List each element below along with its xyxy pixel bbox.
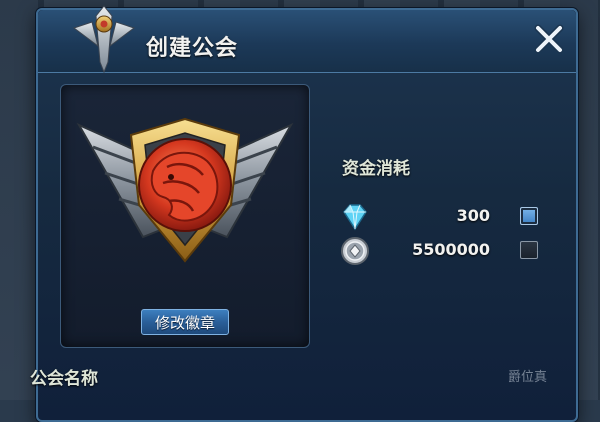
lion-shield-badge-icon [76, 117, 294, 263]
diamond-cost-checkbox[interactable] [520, 207, 538, 225]
cost-title: 资金消耗 [342, 159, 410, 179]
diamond-icon [343, 204, 367, 231]
cost-option-diamond: 300 [338, 200, 538, 231]
cost-option-silver: 5500000 [338, 234, 538, 265]
change-badge-button[interactable]: 修改徽章 [141, 309, 229, 335]
silver-cost-amount: 5500000 [412, 240, 490, 259]
close-icon[interactable] [532, 22, 566, 56]
watermark-text: 爵位真 [508, 370, 548, 385]
guild-crest-icon [72, 5, 136, 74]
dialog-title: 创建公会 [146, 36, 239, 61]
guild-name-label: 公会名称 [30, 369, 98, 389]
silver-cost-checkbox[interactable] [520, 241, 538, 259]
title-bar: 创建公会 [38, 5, 576, 74]
silver-coin-icon [341, 237, 369, 265]
badge-panel: 修改徽章 [60, 84, 310, 348]
diamond-cost-amount: 300 [456, 206, 490, 225]
create-guild-dialog: 创建公会 修改徽章 资金消耗 300 5500000 [36, 5, 578, 422]
